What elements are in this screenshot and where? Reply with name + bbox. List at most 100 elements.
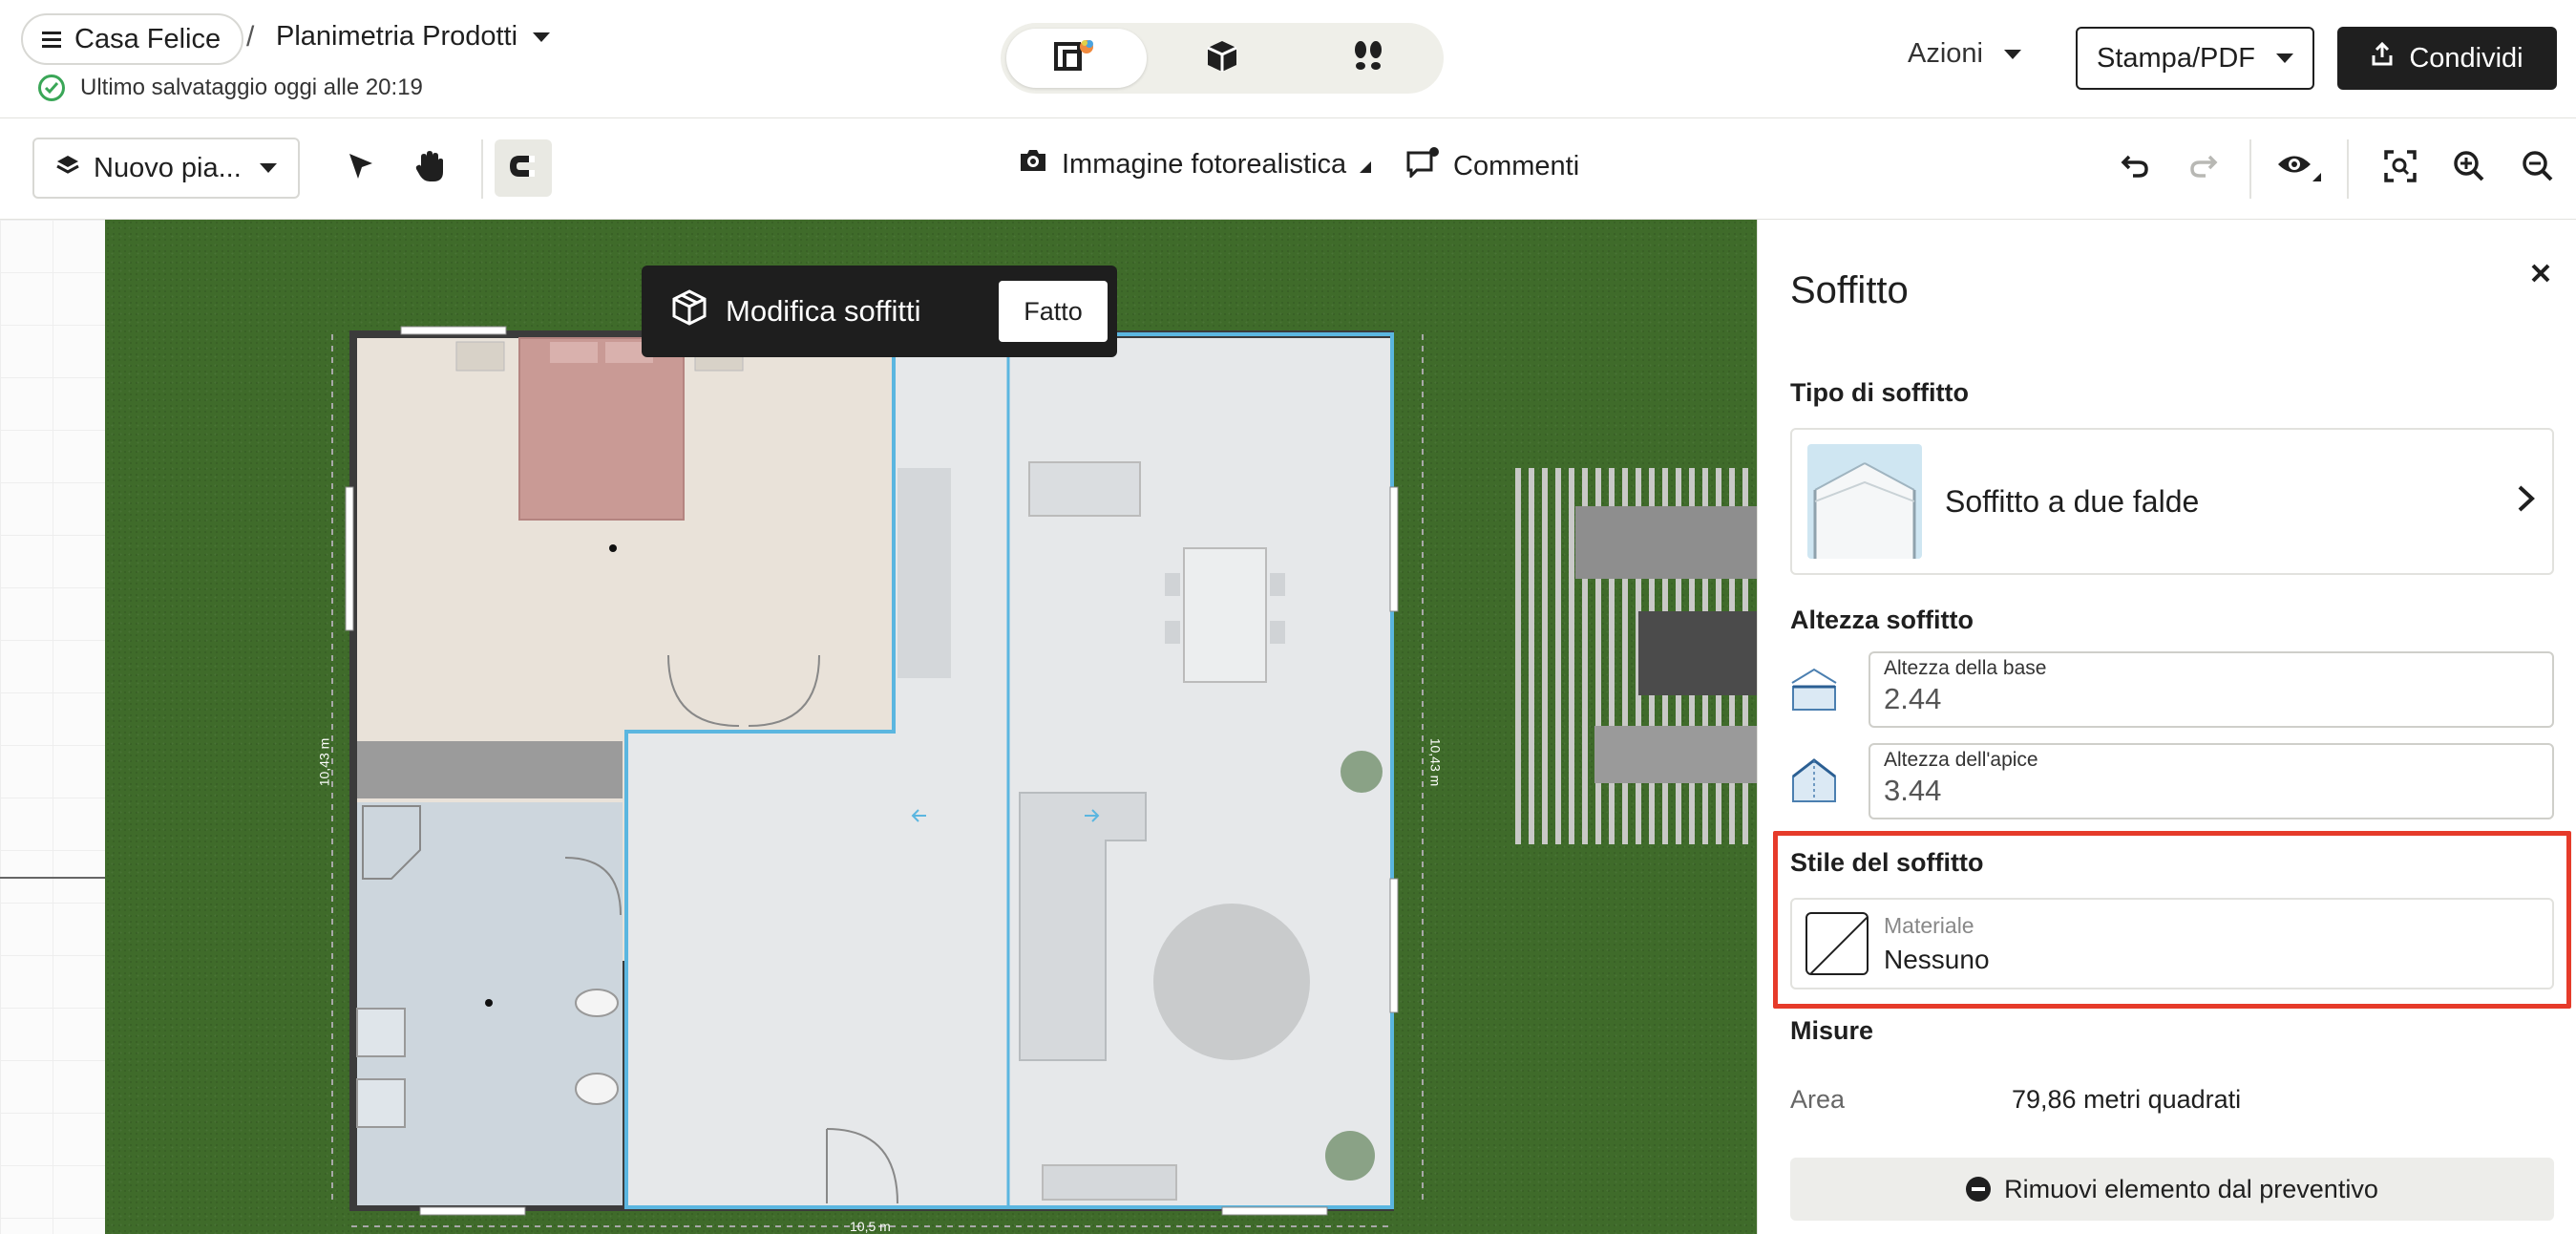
toolbar-divider <box>2249 139 2251 199</box>
caret-down-icon <box>260 163 277 173</box>
project-menu-button[interactable]: Casa Felice <box>21 13 244 65</box>
share-button[interactable]: Condividi <box>2337 27 2557 90</box>
caret-down-icon <box>2004 49 2021 59</box>
toolbar-divider <box>2347 139 2349 199</box>
base-height-row: Altezza della base 2.44 <box>1790 651 2554 728</box>
redo-button[interactable] <box>2175 139 2232 197</box>
photorealistic-image-label: Immagine fotorealistica <box>1062 148 1347 180</box>
floorplan-canvas[interactable]: 10,43 m 10,43 m 10,5 m Modifica soffitti… <box>0 220 1757 1234</box>
floor-select[interactable]: Nuovo pia... <box>32 138 300 199</box>
pan-tool-button[interactable] <box>401 139 458 197</box>
magnet-snap-toggle[interactable] <box>495 139 552 197</box>
apex-height-field-label: Altezza dell'apice <box>1884 749 2038 771</box>
view-walkthrough-button[interactable] <box>1298 29 1438 88</box>
zoom-in-button[interactable] <box>2440 139 2498 197</box>
remove-from-estimate-label: Rimuovi elemento dal preventivo <box>2004 1174 2378 1203</box>
fit-to-screen-button[interactable] <box>2372 139 2429 197</box>
done-button[interactable]: Fatto <box>999 281 1108 342</box>
area-key: Area <box>1790 1085 1846 1114</box>
view-mode-switch <box>1001 23 1444 94</box>
comments-button[interactable]: Commenti <box>1405 147 1579 185</box>
remove-from-estimate-button[interactable]: Rimuovi elemento dal preventivo <box>1790 1158 2554 1221</box>
area-row: Area 79,86 metri quadrati <box>1790 1085 2554 1115</box>
floor-select-label: Nuovo pia... <box>94 152 242 183</box>
minus-circle-icon <box>1966 1177 1992 1202</box>
apex-height-value: 3.44 <box>1884 774 1942 807</box>
hamburger-menu-icon <box>42 24 61 55</box>
redo-icon <box>2188 153 2219 184</box>
zoom-in-icon <box>2453 150 2485 187</box>
material-value: Nessuno <box>1884 944 1990 974</box>
actions-dropdown[interactable]: Azioni <box>1908 38 2021 70</box>
view-3d-button[interactable] <box>1152 29 1293 88</box>
share-label: Condividi <box>2409 42 2523 74</box>
photorealistic-image-button[interactable]: Immagine fotorealistica <box>1018 147 1372 181</box>
no-material-swatch-icon <box>1805 912 1869 975</box>
focus-frame-icon <box>2384 149 2417 187</box>
2d-color-plan-icon <box>1053 37 1099 80</box>
view-2d-button[interactable] <box>1006 29 1147 88</box>
comments-label: Commenti <box>1453 150 1580 181</box>
ceiling-properties-panel: Soffitto Tipo di soffitto Soffitto a due… <box>1757 220 2576 1234</box>
apex-height-input[interactable]: Altezza dell'apice 3.44 <box>1869 743 2554 819</box>
undo-button[interactable] <box>2106 139 2164 197</box>
comment-bubble-icon <box>1405 147 1440 185</box>
edit-ceilings-title: Modifica soffitti <box>726 294 921 328</box>
select-tool-button[interactable] <box>332 139 390 197</box>
close-icon <box>2530 255 2551 292</box>
panel-title: Soffitto <box>1790 269 1909 311</box>
zoom-out-icon <box>2522 150 2554 187</box>
material-label: Materiale <box>1884 912 1974 938</box>
ceiling-type-value: Soffitto a due falde <box>1945 483 2200 519</box>
actions-label: Azioni <box>1908 38 1983 69</box>
toolbar: Nuovo pia... Immagine fotorealistica Com… <box>0 118 2576 220</box>
plan-name: Planimetria Prodotti <box>276 21 518 52</box>
close-panel-button[interactable] <box>2522 254 2560 292</box>
print-pdf-label: Stampa/PDF <box>2097 42 2255 74</box>
dimension-label-bottom: 10,5 m <box>850 1219 891 1234</box>
visibility-dropdown-button[interactable] <box>2270 139 2328 197</box>
zoom-out-button[interactable] <box>2509 139 2566 197</box>
3d-box-icon <box>1205 39 1239 78</box>
ceiling-type-selector[interactable]: Soffitto a due falde <box>1790 428 2554 575</box>
save-status-text: Ultimo salvataggio oggi alle 20:19 <box>80 74 423 100</box>
magnet-icon <box>506 152 540 185</box>
toolbar-divider <box>481 139 483 199</box>
base-height-input[interactable]: Altezza della base 2.44 <box>1869 651 2554 728</box>
walkthrough-footprints-icon <box>1351 39 1385 78</box>
camera-icon <box>1018 147 1048 181</box>
check-circle-icon <box>38 74 65 101</box>
ceiling-material-selector[interactable]: Materiale Nessuno <box>1790 898 2554 989</box>
layers-icon <box>55 153 80 184</box>
plan-name-dropdown[interactable]: Planimetria Prodotti <box>276 21 551 53</box>
hand-icon <box>413 149 446 188</box>
measures-label: Misure <box>1790 1016 1874 1045</box>
base-height-value: 2.44 <box>1884 682 1942 715</box>
floorplan-drawing[interactable] <box>0 220 1757 1234</box>
cursor-arrow-icon <box>346 151 376 186</box>
apex-height-row: Altezza dell'apice 3.44 <box>1790 743 2554 819</box>
undo-icon <box>2120 153 2150 184</box>
ceiling-style-label: Stile del soffitto <box>1790 848 1984 877</box>
save-status: Ultimo salvataggio oggi alle 20:19 <box>38 74 423 101</box>
dimension-label-right: 10,43 m <box>1427 737 1444 787</box>
share-upload-icon <box>2371 41 2394 74</box>
print-pdf-button[interactable]: Stampa/PDF <box>2076 27 2314 90</box>
3d-box-icon <box>670 288 708 334</box>
corner-caret-icon <box>1360 149 1372 181</box>
breadcrumb-separator: / <box>246 21 255 53</box>
apex-height-icon <box>1790 757 1838 805</box>
ceiling-type-label: Tipo di soffitto <box>1790 378 1969 407</box>
edit-ceilings-banner: Modifica soffitti Fatto <box>642 266 1117 357</box>
ceiling-height-label: Altezza soffitto <box>1790 606 1974 634</box>
project-name: Casa Felice <box>74 23 222 54</box>
base-height-field-label: Altezza della base <box>1884 657 2047 679</box>
gable-ceiling-thumbnail <box>1807 444 1922 559</box>
base-height-icon <box>1790 666 1838 713</box>
top-bar: Casa Felice / Planimetria Prodotti Ultim… <box>0 0 2576 118</box>
caret-down-icon <box>533 32 551 42</box>
caret-down-icon <box>2276 53 2293 63</box>
eye-icon <box>2276 150 2322 187</box>
dimension-label-left: 10,43 m <box>316 737 332 787</box>
chevron-right-icon <box>2516 481 2537 522</box>
